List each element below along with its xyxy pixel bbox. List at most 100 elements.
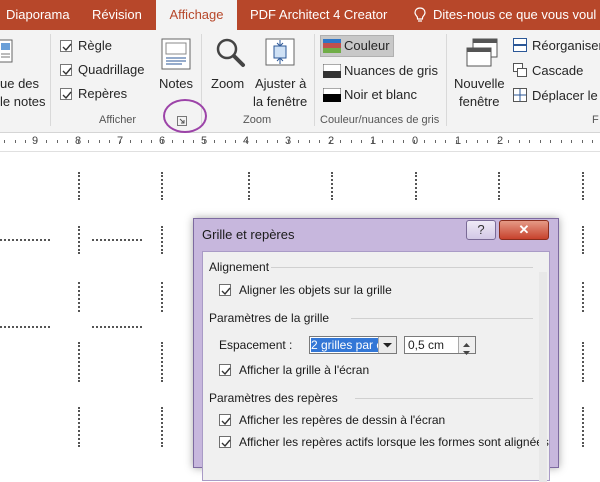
show-grid-label[interactable]: Afficher la grille à l'écran xyxy=(239,363,369,377)
fit-to-window-label-1[interactable]: Ajuster à xyxy=(255,76,306,91)
grayscale-label[interactable]: Nuances de gris xyxy=(344,63,438,78)
cascade-label[interactable]: Cascade xyxy=(532,63,583,78)
spin-up-icon[interactable] xyxy=(459,337,475,347)
move-split-icon[interactable] xyxy=(513,88,527,102)
color-label[interactable]: Couleur xyxy=(344,38,390,53)
dialog-body: Alignement Aligner les objets sur la gri… xyxy=(202,251,550,482)
notes-icon[interactable] xyxy=(160,38,192,70)
show-grid-checkbox[interactable] xyxy=(219,364,231,376)
group-separator xyxy=(446,34,447,126)
new-window-label-1[interactable]: Nouvelle xyxy=(454,76,505,91)
spacing-dropdown[interactable]: 2 grilles par cm xyxy=(309,336,397,354)
ruler-tick xyxy=(78,140,79,143)
tab-diaporama[interactable]: Diaporama xyxy=(6,0,70,30)
new-window-label-2[interactable]: fenêtre xyxy=(459,94,499,109)
grid-dot-line xyxy=(161,282,163,312)
grid-dot-line xyxy=(92,239,142,241)
alignment-section-title: Alignement xyxy=(209,260,270,274)
smart-guides-label[interactable]: Afficher les repères actifs lorsque les … xyxy=(239,435,549,449)
ruler-tick xyxy=(288,140,289,143)
ruler-tick xyxy=(466,140,467,143)
ruler-tick xyxy=(319,140,320,143)
notes-page-label-1[interactable]: ue des xyxy=(0,76,39,91)
grid-section-title: Paramètres de la grille xyxy=(209,311,330,325)
ruler-number: 2 xyxy=(328,135,335,147)
horizontal-ruler[interactable]: 9 8 7 6 5 4 3 2 1 0 1 2 xyxy=(0,133,600,152)
snap-to-grid-label[interactable]: Aligner les objets sur la grille xyxy=(239,283,392,297)
grid-dot-line xyxy=(582,342,584,382)
help-button[interactable]: ? xyxy=(466,220,496,240)
tab-affichage[interactable]: Affichage xyxy=(156,0,237,31)
grayscale-swatch-icon[interactable] xyxy=(323,64,341,78)
black-white-swatch-icon[interactable] xyxy=(323,88,341,102)
color-swatch-icon[interactable] xyxy=(323,39,341,53)
ruler-tick xyxy=(540,140,541,143)
dropdown-arrow-icon[interactable] xyxy=(378,337,396,353)
gridlines-checkbox[interactable] xyxy=(60,64,72,76)
spin-down-icon[interactable] xyxy=(459,345,475,355)
zoom-button-label[interactable]: Zoom xyxy=(211,76,244,91)
ruler-tick xyxy=(477,140,478,143)
move-split-label[interactable]: Déplacer le xyxy=(532,88,598,103)
grid-dot-line xyxy=(582,172,584,200)
tab-revision[interactable]: Révision xyxy=(92,0,142,30)
fit-to-window-icon[interactable] xyxy=(264,37,296,67)
ruler-tick xyxy=(561,140,562,143)
guides-label[interactable]: Repères xyxy=(78,86,127,101)
grid-dot-line xyxy=(78,342,80,382)
ruler-tick xyxy=(550,140,551,143)
tell-me-box[interactable]: Dites-nous ce que vous voul xyxy=(413,0,596,30)
ruler-tick xyxy=(508,140,509,143)
ruler-tick xyxy=(256,140,257,143)
section-divider xyxy=(271,267,533,268)
grid-dot-line xyxy=(161,342,163,382)
cascade-icon[interactable] xyxy=(513,63,527,77)
drawing-guides-checkbox[interactable] xyxy=(219,414,231,426)
grid-dot-line xyxy=(248,172,250,200)
ruler-label[interactable]: Règle xyxy=(78,38,112,53)
zoom-magnifier-icon[interactable] xyxy=(214,36,246,68)
grid-dot-line xyxy=(161,172,163,200)
notes-button-label[interactable]: Notes xyxy=(159,76,193,91)
ribbon-tab-bar: Diaporama Révision Affichage PDF Archite… xyxy=(0,0,600,31)
snap-to-grid-checkbox[interactable] xyxy=(219,284,231,296)
arrange-all-icon[interactable] xyxy=(513,38,527,52)
spinner-buttons[interactable] xyxy=(458,337,475,355)
ruler-tick xyxy=(183,140,184,143)
ruler-tick xyxy=(498,140,499,143)
group-separator xyxy=(50,34,51,126)
ruler-tick xyxy=(141,140,142,143)
notes-page-label-2[interactable]: le notes xyxy=(0,94,46,109)
spacing-spinner[interactable]: 0,5 cm xyxy=(404,336,476,355)
ruler-tick xyxy=(15,140,16,143)
ruler-tick xyxy=(267,140,268,143)
ruler-tick xyxy=(162,140,163,143)
fit-to-window-label-2[interactable]: la fenêtre xyxy=(253,94,307,109)
close-button[interactable]: ✕ xyxy=(499,220,549,240)
dialog-scrollbar[interactable] xyxy=(539,272,547,482)
smart-guides-checkbox[interactable] xyxy=(219,436,231,448)
ruler-number: 0 xyxy=(412,135,419,147)
ruler-tick xyxy=(330,140,331,143)
highlight-circle xyxy=(163,99,207,133)
new-window-icon[interactable] xyxy=(465,38,499,68)
ruler-checkbox[interactable] xyxy=(60,40,72,52)
ruler-tick xyxy=(571,140,572,143)
tab-pdf-architect[interactable]: PDF Architect 4 Creator xyxy=(250,0,387,30)
show-group-label: Afficher xyxy=(99,114,137,126)
ruler-tick xyxy=(214,140,215,143)
ruler-tick xyxy=(582,140,583,143)
gridlines-label[interactable]: Quadrillage xyxy=(78,62,145,77)
grid-dot-line xyxy=(161,226,163,254)
black-white-label[interactable]: Noir et blanc xyxy=(344,87,417,102)
ruler-tick xyxy=(424,140,425,143)
section-divider xyxy=(351,318,533,319)
ruler-tick xyxy=(414,140,415,143)
ruler-tick xyxy=(235,140,236,143)
grid-dot-line xyxy=(78,172,80,200)
guides-checkbox[interactable] xyxy=(60,88,72,100)
drawing-guides-label[interactable]: Afficher les repères de dessin à l'écran xyxy=(239,413,445,427)
arrange-all-label[interactable]: Réorganiser xyxy=(532,38,600,53)
grid-dot-line xyxy=(582,407,584,447)
lightbulb-icon xyxy=(414,7,426,22)
